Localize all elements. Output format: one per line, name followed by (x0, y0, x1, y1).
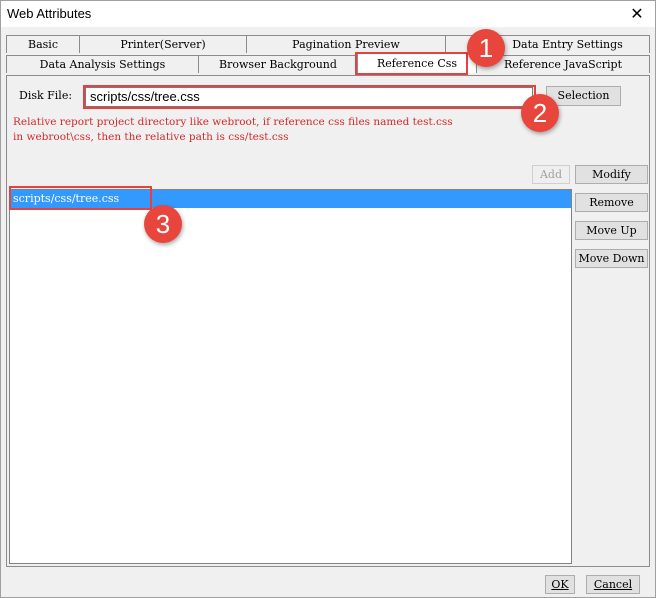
cancel-button[interactable]: Cancel (586, 575, 640, 594)
hint-line-1: Relative report project directory like w… (13, 116, 453, 128)
callout-badge-1: 1 (467, 29, 505, 67)
close-icon[interactable]: ✕ (627, 4, 647, 24)
selection-button[interactable]: Selection (546, 86, 621, 106)
tab-basic[interactable]: Basic (6, 35, 80, 53)
tab-browser-background[interactable]: Browser Background (198, 55, 358, 73)
list-item[interactable]: scripts/css/tree.css (10, 190, 571, 208)
title-bar: Web Attributes ✕ (1, 1, 655, 27)
ok-label: OK (551, 578, 569, 591)
tab-printer-server[interactable]: Printer(Server) (79, 35, 247, 53)
tab-pagination-preview[interactable]: Pagination Preview (246, 35, 446, 53)
dialog-title: Web Attributes (7, 6, 92, 21)
remove-button[interactable]: Remove (575, 193, 648, 212)
move-up-button[interactable]: Move Up (575, 221, 648, 240)
cancel-label: Cancel (593, 578, 633, 591)
disk-file-input[interactable]: scripts/css/tree.css (85, 87, 533, 107)
callout-badge-3: 3 (144, 205, 182, 243)
move-down-button[interactable]: Move Down (575, 249, 648, 268)
ok-button[interactable]: OK (545, 575, 575, 594)
tab-data-analysis-settings[interactable]: Data Analysis Settings (6, 55, 199, 73)
modify-button[interactable]: Modify (575, 165, 648, 184)
callout-badge-2: 2 (521, 94, 559, 132)
disk-file-label: Disk File: (19, 89, 73, 102)
css-file-list[interactable]: scripts/css/tree.css (9, 189, 572, 564)
add-button[interactable]: Add (532, 165, 570, 184)
web-attributes-dialog: Web Attributes ✕ Basic Printer(Server) P… (0, 0, 656, 598)
tab-reference-css[interactable]: Reference Css (357, 53, 477, 73)
hint-line-2: in webroot\css, then the relative path i… (13, 131, 289, 143)
